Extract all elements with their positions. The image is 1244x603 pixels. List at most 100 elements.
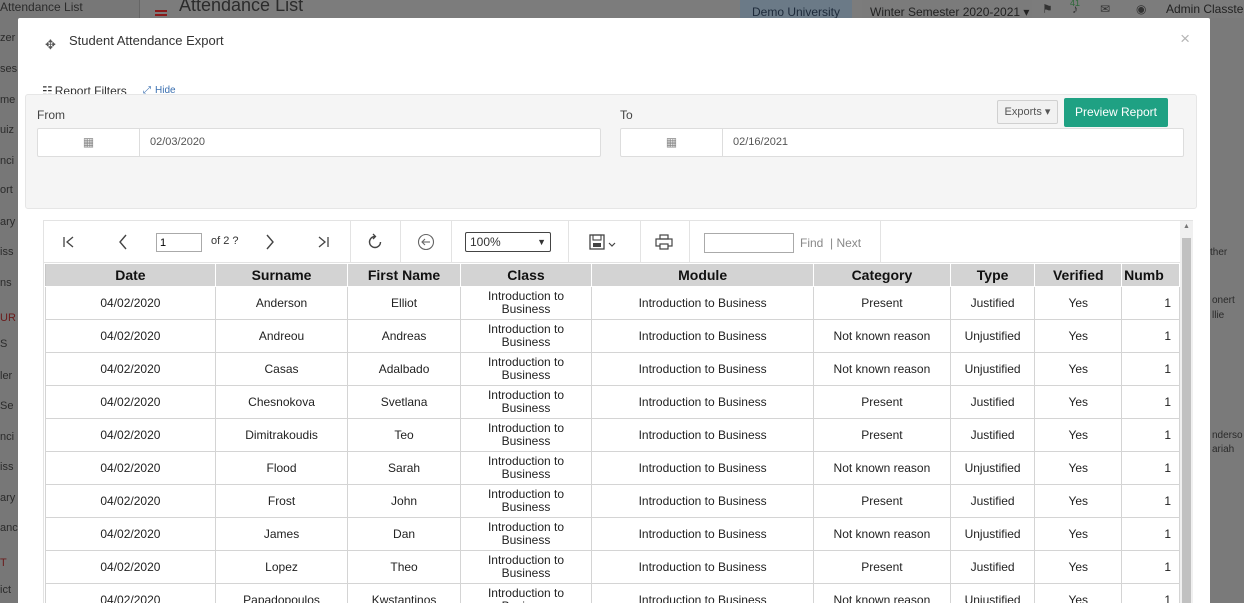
previous-page-icon[interactable] (110, 221, 136, 263)
print-icon[interactable] (651, 221, 677, 263)
last-page-icon[interactable] (310, 221, 336, 263)
category-cell: Not known reason (813, 451, 951, 485)
first-name-cell: Svetlana (347, 385, 461, 419)
verified-cell: Yes (1034, 517, 1123, 551)
right-fragment: llie (1212, 310, 1225, 321)
toolbar-separator (350, 221, 351, 263)
toolbar-separator (400, 221, 401, 263)
module-cell: Introduction to Business (591, 484, 815, 518)
avatar-icon: ◉ (1136, 2, 1147, 16)
class-cell: Introduction to Business (459, 352, 593, 386)
column-header: Verified (1034, 263, 1123, 287)
attendance-table: Date Surname First Name Class Module Cat… (45, 263, 1180, 603)
surname-cell: Casas (214, 352, 349, 386)
save-dropdown-button[interactable] (582, 221, 626, 263)
to-date-field[interactable]: ▦ 02/16/2021 (620, 128, 1184, 157)
first-name-cell: Sarah (347, 451, 461, 485)
verified-cell: Yes (1034, 418, 1123, 452)
number-cell: 1 (1121, 385, 1180, 419)
number-cell: 1 (1121, 484, 1180, 518)
toolbar-separator (880, 221, 881, 263)
refresh-icon[interactable] (362, 221, 388, 263)
sidebar-fragment: iss (0, 461, 14, 473)
type-cell: Unjustified (949, 451, 1036, 485)
page-number-input[interactable] (156, 233, 202, 252)
preview-report-button[interactable]: Preview Report (1064, 98, 1168, 127)
verified-cell: Yes (1034, 352, 1123, 386)
surname-cell: Papadopoulos (214, 583, 349, 603)
date-cell: 04/02/2020 (45, 319, 216, 353)
next-link[interactable]: | Next (830, 236, 861, 250)
module-cell: Introduction to Business (591, 352, 815, 386)
class-cell: Introduction to Business (459, 583, 593, 603)
column-header: Date (45, 263, 216, 287)
from-date-value[interactable]: 02/03/2020 (150, 129, 205, 156)
right-fragment: ther (1210, 247, 1228, 258)
from-date-field[interactable]: ▦ 02/03/2020 (37, 128, 601, 157)
next-page-icon[interactable] (257, 221, 283, 263)
zoom-select[interactable]: 100% ▼ (465, 232, 551, 252)
scroll-up-icon[interactable]: ▲ (1183, 223, 1190, 230)
sidebar-fragment: S (0, 338, 8, 350)
surname-cell: Dimitrakoudis (214, 418, 349, 452)
sidebar-fragment: zer (0, 32, 16, 44)
sidebar-fragment: iss (0, 246, 14, 258)
table-row: 04/02/2020 Anderson Elliot Introduction to … (45, 286, 1180, 320)
university-selector: Demo University (740, 0, 852, 18)
verified-cell: Yes (1034, 550, 1123, 584)
table-row: 04/02/2020 Flood Sarah Introduction to Busi… (45, 451, 1180, 485)
verified-cell: Yes (1034, 319, 1123, 353)
right-fragment: onert (1212, 295, 1235, 306)
number-cell: 1 (1121, 451, 1180, 485)
modal-title: Student Attendance Export (69, 33, 224, 48)
class-cell: Introduction to Business (459, 418, 593, 452)
type-cell: Unjustified (949, 517, 1036, 551)
first-page-icon[interactable] (56, 221, 82, 263)
category-cell: Not known reason (813, 352, 951, 386)
toolbar-separator (640, 221, 641, 263)
class-cell: Introduction to Business (459, 385, 593, 419)
calendar-icon[interactable]: ▦ (38, 129, 140, 156)
verified-cell: Yes (1034, 484, 1123, 518)
find-link[interactable]: Find (800, 236, 823, 250)
move-icon[interactable]: ✥ (45, 38, 59, 52)
type-cell: Justified (949, 484, 1036, 518)
report-toolbar: of 2 ? 100% ▼ (44, 221, 1180, 263)
module-cell: Introduction to Business (591, 385, 815, 419)
type-cell: Unjustified (949, 319, 1036, 353)
back-icon[interactable] (413, 221, 439, 263)
sidebar-fragment: ary (0, 492, 16, 504)
category-cell: Not known reason (813, 583, 951, 603)
sidebar-fragment: anc (0, 522, 18, 534)
date-cell: 04/02/2020 (45, 286, 216, 320)
semester-label: Winter Semester 2020-2021 (870, 5, 1021, 19)
mail-icon: ✉ (1100, 2, 1111, 16)
right-fragment: ariah (1212, 444, 1235, 455)
category-cell: Present (813, 550, 951, 584)
module-cell: Introduction to Business (591, 286, 815, 320)
module-cell: Introduction to Business (591, 319, 815, 353)
right-fragment: nderso (1212, 430, 1243, 441)
sidebar-fragment: ses (0, 63, 18, 75)
to-date-value[interactable]: 02/16/2021 (733, 129, 788, 156)
exports-dropdown-button[interactable]: Exports ▾ (997, 100, 1058, 124)
category-cell: Not known reason (813, 319, 951, 353)
category-cell: Not known reason (813, 517, 951, 551)
calendar-icon[interactable]: ▦ (621, 129, 723, 156)
type-cell: Unjustified (949, 583, 1036, 603)
sidebar-fragment: ler (0, 370, 13, 382)
column-header: Type (949, 263, 1036, 287)
module-cell: Introduction to Business (591, 550, 815, 584)
class-cell: Introduction to Business (459, 286, 593, 320)
date-cell: 04/02/2020 (45, 517, 216, 551)
close-button[interactable]: × (1180, 30, 1190, 47)
column-header: Module (591, 263, 815, 287)
vertical-scrollbar[interactable]: ▲ (1180, 221, 1193, 603)
column-header: Numb (1121, 263, 1180, 287)
number-cell: 1 (1121, 286, 1180, 320)
user-name: Admin Classte (1166, 2, 1244, 16)
date-cell: 04/02/2020 (45, 484, 216, 518)
table-row: 04/02/2020 James Dan Introduction to Busine… (45, 517, 1180, 551)
find-input[interactable] (704, 233, 794, 253)
scrollbar-thumb[interactable] (1182, 238, 1191, 603)
